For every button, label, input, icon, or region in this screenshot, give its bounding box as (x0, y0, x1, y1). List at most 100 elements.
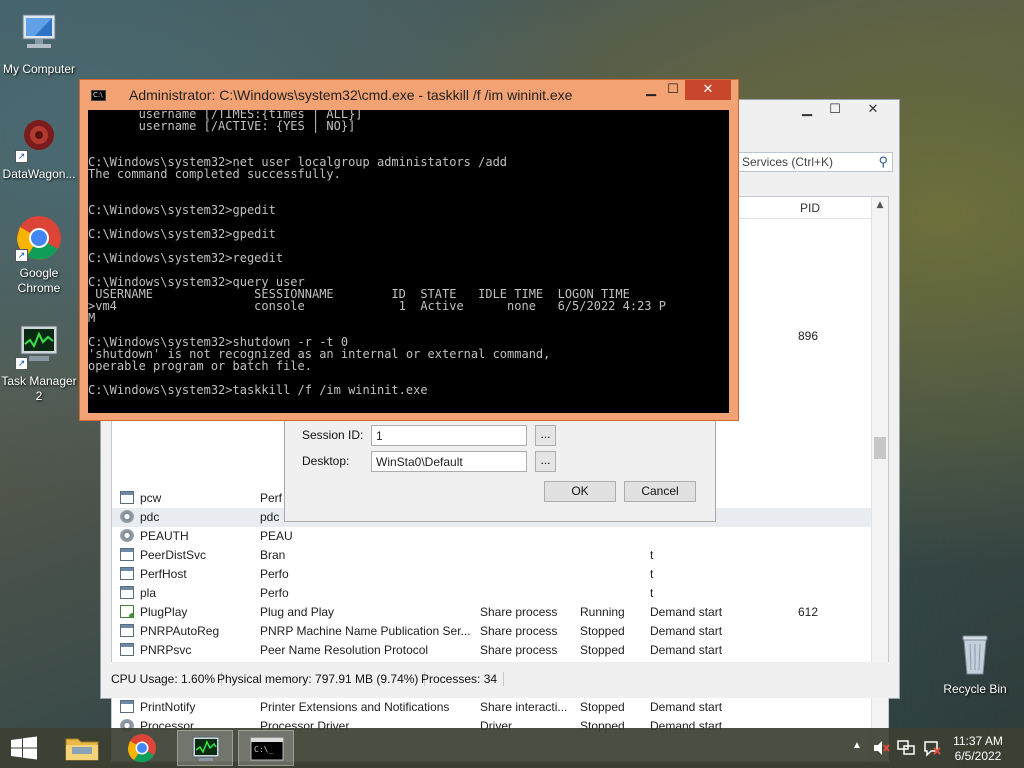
task-manager-icon: ↗ (15, 322, 63, 370)
table-row[interactable]: PEAUTH PEAU (112, 527, 872, 546)
cell-pid: 612 (798, 605, 819, 619)
cell-name: PNRPsvc (140, 643, 192, 657)
cmd-title: Administrator: C:\Windows\system32\cmd.e… (129, 87, 573, 103)
desktop-icon-datawagon[interactable]: ↗ DataWagon... (0, 115, 79, 182)
search-services-input[interactable]: ch Services (Ctrl+K) ⚲ (721, 152, 893, 172)
folder-icon (65, 738, 99, 761)
desktop-browse-button[interactable]: ... (535, 451, 556, 472)
table-row[interactable]: PNRPAutoReg PNRP Machine Name Publication… (112, 622, 872, 641)
clock[interactable]: 11:37 AM 6/5/2022 (948, 734, 1008, 764)
ok-button[interactable]: OK (544, 481, 616, 502)
desktop-icon-recycle-bin[interactable]: Recycle Bin (935, 630, 1015, 697)
cmd-window[interactable]: C:\ Administrator: C:\Windows\system32\c… (79, 79, 739, 421)
column-header-pid[interactable]: PID (800, 201, 820, 215)
datawagon-icon: ↗ (15, 115, 63, 163)
cell-name: PlugPlay (140, 605, 188, 619)
desktop-icon-label: My Computer (2, 62, 76, 76)
scroll-thumb[interactable] (874, 437, 886, 459)
scroll-up-icon[interactable]: ▲ (872, 197, 888, 213)
maximize-button[interactable]: ☐ (663, 80, 683, 100)
taskbar-cmd[interactable]: C:\_ (238, 730, 294, 766)
windows-logo-icon (11, 736, 37, 760)
process-count: Processes: 34 (421, 672, 505, 686)
service-icon (120, 586, 134, 599)
cell-description: Printer Extensions and Notifications (260, 700, 450, 714)
table-row[interactable]: PerfHost Perfo t (112, 565, 872, 584)
console-text: username [/TIMES:{times | ALL}] username… (88, 110, 666, 397)
cell-start-type: t (650, 567, 654, 581)
table-row[interactable]: PlugPlay Plug and Play Share process Runnin… (112, 603, 872, 622)
cell-group: Share process (480, 624, 558, 638)
service-icon (120, 624, 134, 637)
cell-status: Running (580, 605, 625, 619)
service-icon (120, 643, 134, 656)
desktop-icon-label: Google Chrome (17, 266, 61, 295)
start-button[interactable] (0, 728, 48, 768)
cell-name: pdc (140, 510, 160, 524)
show-hidden-icons-icon[interactable]: ▲ (852, 740, 862, 751)
clock-date: 6/5/2022 (954, 749, 1002, 763)
service-icon (120, 491, 134, 504)
close-button[interactable]: ✕ (861, 102, 885, 120)
chrome-icon: ↗ (15, 214, 63, 262)
search-placeholder: ch Services (Ctrl+K) (726, 155, 834, 169)
cmd-title-bar[interactable]: C:\ Administrator: C:\Windows\system32\c… (80, 80, 738, 108)
service-icon (120, 605, 134, 618)
desktop-icon-task-manager-2[interactable]: ↗ Task Manager 2 (0, 322, 79, 404)
cell-status: Stopped (580, 700, 625, 714)
cell-description: Perfo (260, 586, 289, 600)
shortcut-arrow-icon: ↗ (15, 150, 28, 163)
volume-muted-icon[interactable] (872, 739, 890, 757)
cell-name: PEAUTH (140, 529, 189, 543)
computer-icon (15, 10, 63, 58)
minimize-button[interactable]: ▁ (795, 102, 819, 120)
cell-start-type: Demand start (650, 643, 723, 657)
system-tray: ▲ (850, 728, 960, 768)
cell-description: Perfo (260, 567, 289, 581)
recycle-bin-icon (951, 630, 999, 678)
network-icon[interactable] (896, 739, 916, 757)
table-row[interactable]: PNRPsvc Peer Name Resolution Protocol Shar… (112, 641, 872, 660)
task-manager-icon (192, 736, 220, 761)
cancel-button[interactable]: Cancel (624, 481, 696, 502)
service-icon (120, 700, 134, 713)
session-id-field[interactable]: 1 (371, 425, 527, 446)
action-center-icon[interactable] (922, 739, 942, 757)
cell-name: pla (140, 586, 157, 600)
desktop-label: Desktop: (302, 454, 350, 468)
service-icon (120, 548, 134, 561)
cell-pid: 896 (798, 329, 819, 343)
chrome-icon (127, 734, 156, 763)
taskbar-chrome[interactable] (114, 730, 170, 766)
cell-status: Stopped (580, 624, 625, 638)
table-row[interactable]: PrintNotify Printer Extensions and Notifi… (112, 698, 872, 717)
physical-memory: Physical memory: 797.91 MB (9.74%) (217, 672, 426, 686)
cell-status: Stopped (580, 643, 625, 657)
taskbar: C:\_ ▲ 11:37 AM 6/5/2022 (0, 728, 1024, 768)
service-icon (120, 567, 134, 580)
session-browse-button[interactable]: ... (535, 425, 556, 446)
cell-group: Share interacti... (480, 700, 568, 714)
shortcut-arrow-icon: ↗ (15, 357, 28, 370)
search-icon[interactable]: ⚲ (878, 154, 888, 170)
cell-start-type: Demand start (650, 605, 723, 619)
driver-gear-icon (120, 510, 134, 523)
table-row[interactable]: pla Perfo t (112, 584, 872, 603)
close-button[interactable]: ✕ (685, 80, 731, 100)
desktop-icon-my-computer[interactable]: My Computer (0, 10, 79, 77)
shortcut-arrow-icon: ↗ (15, 249, 28, 262)
desktop-icon-google-chrome[interactable]: ↗ Google Chrome (0, 214, 79, 296)
cell-start-type: t (650, 548, 654, 562)
taskbar-file-explorer[interactable] (54, 730, 110, 766)
table-row[interactable]: PeerDistSvc Bran t (112, 546, 872, 565)
cell-group: Share process (480, 605, 558, 619)
console-output[interactable]: username [/TIMES:{times | ALL}] username… (88, 110, 729, 413)
cpu-usage: CPU Usage: 1.60% (111, 672, 223, 686)
cell-name: pcw (140, 491, 162, 505)
taskbar-task-manager[interactable] (177, 730, 233, 766)
clock-time: 11:37 AM (953, 734, 1003, 748)
desktop-field[interactable]: WinSta0\Default (371, 451, 527, 472)
cell-description: PEAU (260, 529, 293, 543)
maximize-button[interactable]: ☐ (823, 102, 847, 120)
minimize-button[interactable]: ▁ (641, 80, 661, 100)
